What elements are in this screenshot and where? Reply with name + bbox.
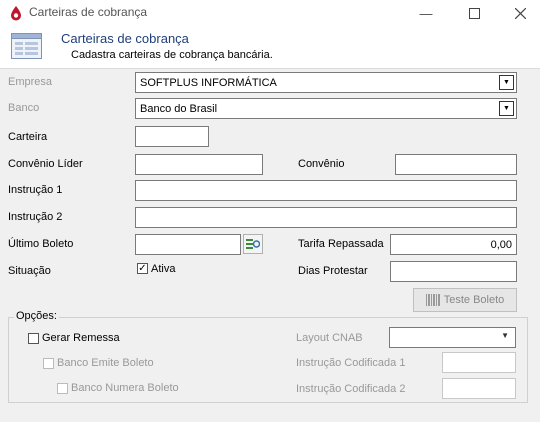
instr-cod2-label: Instrução Codificada 2	[296, 383, 406, 395]
convenio-lider-label: Convênio Líder	[8, 158, 83, 170]
close-button[interactable]	[497, 0, 540, 26]
instrucao2-input[interactable]	[135, 207, 517, 228]
instr-cod1-input[interactable]	[442, 352, 516, 373]
empresa-select[interactable]: SOFTPLUS INFORMÁTICA ▼	[135, 72, 517, 93]
layout-cnab-select[interactable]: ▼	[389, 327, 516, 348]
banco-emite-checkbox[interactable]	[43, 358, 54, 369]
situacao-label: Situação	[8, 265, 51, 277]
gerar-remessa-checkbox[interactable]	[28, 333, 39, 344]
instrucao1-label: Instrução 1	[8, 184, 63, 196]
window-title: Carteiras de cobrança	[29, 5, 148, 19]
page-title: Carteiras de cobrança	[61, 31, 189, 46]
dias-protestar-label: Dias Protestar	[298, 265, 368, 277]
minimize-button[interactable]: —	[403, 0, 449, 26]
app-logo-icon	[11, 6, 21, 21]
list-lookup-button[interactable]	[243, 234, 263, 254]
banco-numera-checkbox[interactable]	[57, 383, 68, 394]
list-refresh-icon	[246, 239, 260, 249]
maximize-button[interactable]	[451, 0, 497, 26]
banco-select[interactable]: Banco do Brasil ▼	[135, 98, 517, 119]
ativa-label: Ativa	[151, 263, 176, 275]
dias-protestar-input[interactable]	[390, 261, 517, 282]
opcoes-legend: Opções:	[14, 310, 59, 322]
banco-label: Banco	[8, 102, 40, 114]
minimize-icon: —	[419, 5, 433, 21]
banco-numera-label: Banco Numera Boleto	[71, 382, 179, 394]
teste-boleto-button[interactable]: Teste Boleto	[413, 288, 517, 312]
banco-value: Banco do Brasil	[140, 102, 218, 115]
carteira-label: Carteira	[8, 131, 48, 143]
empresa-label: Empresa	[8, 76, 53, 88]
banco-emite-label: Banco Emite Boleto	[57, 357, 154, 369]
instrucao1-input[interactable]	[135, 180, 517, 201]
convenio-lider-input[interactable]	[135, 154, 263, 175]
checkmark-icon: ✓	[138, 262, 147, 274]
tarifa-label: Tarifa Repassada	[298, 238, 384, 250]
chevron-down-icon[interactable]: ▼	[499, 75, 514, 90]
empresa-value: SOFTPLUS INFORMÁTICA	[140, 76, 277, 89]
ativa-checkbox[interactable]: ✓	[137, 263, 148, 274]
convenio-input[interactable]	[395, 154, 517, 175]
page-subtitle: Cadastra carteiras de cobrança bancária.	[71, 49, 273, 61]
layout-cnab-label: Layout CNAB	[296, 332, 363, 344]
instr-cod1-label: Instrução Codificada 1	[296, 357, 406, 369]
carteira-input[interactable]	[135, 126, 209, 147]
teste-boleto-label: Teste Boleto	[443, 294, 505, 306]
tarifa-input[interactable]: 0,00	[390, 234, 517, 255]
barcode-icon	[425, 294, 440, 306]
convenio-label: Convênio	[298, 158, 345, 170]
form-icon	[11, 33, 42, 59]
chevron-down-icon: ▼	[501, 331, 509, 340]
instrucao2-label: Instrução 2	[8, 211, 63, 223]
maximize-icon	[468, 7, 480, 19]
gerar-remessa-label: Gerar Remessa	[42, 332, 120, 344]
chevron-down-icon[interactable]: ▼	[499, 101, 514, 116]
close-icon	[514, 7, 526, 19]
ultimo-boleto-input[interactable]	[135, 234, 241, 255]
instr-cod2-input[interactable]	[442, 378, 516, 399]
ultimo-boleto-label: Último Boleto	[8, 238, 74, 250]
